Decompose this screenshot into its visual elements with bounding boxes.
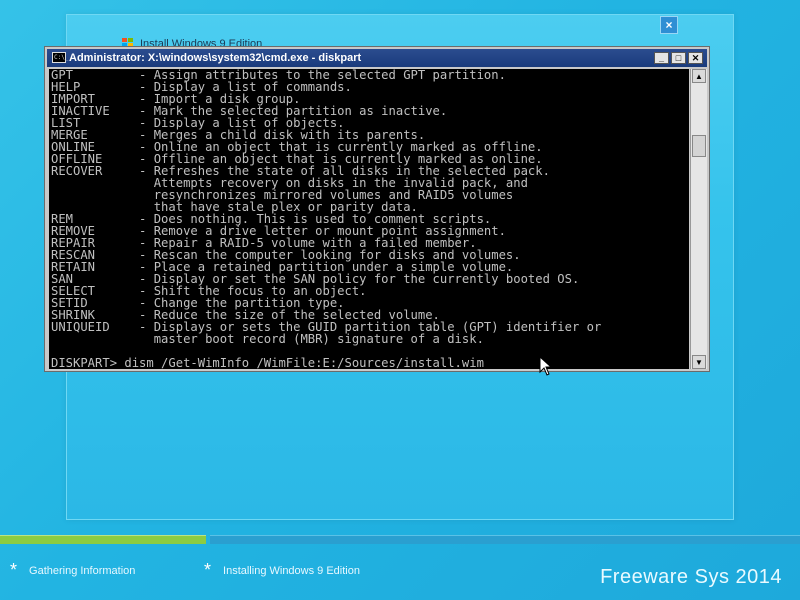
console-output[interactable]: GPT - Assign attributes to the selected … — [49, 69, 689, 369]
scroll-thumb[interactable] — [692, 135, 706, 157]
scroll-up-arrow-icon[interactable]: ▲ — [692, 69, 706, 83]
step-label: Installing Windows 9 Edition — [223, 564, 360, 577]
close-button[interactable]: ✕ — [688, 52, 703, 64]
scroll-down-arrow-icon[interactable]: ▼ — [692, 355, 706, 369]
mouse-pointer-icon — [539, 356, 553, 376]
minimize-button[interactable]: _ — [654, 52, 669, 64]
step-label: Gathering Information — [29, 564, 136, 577]
install-progress-bar — [0, 533, 800, 545]
setup-close-button[interactable]: × — [660, 16, 678, 34]
step-installing-windows: * Installing Windows 9 Edition — [204, 560, 360, 581]
vertical-scrollbar[interactable]: ▲ ▼ — [690, 69, 707, 369]
progress-segment-installing — [210, 535, 800, 544]
cmd-window: C:\_ Administrator: X:\windows\system32\… — [44, 46, 710, 372]
maximize-button[interactable]: □ — [671, 52, 686, 64]
cmd-title-text: Administrator: X:\windows\system32\cmd.e… — [69, 52, 362, 64]
step-asterisk-icon: * — [204, 560, 212, 580]
progress-segment-gathering — [0, 535, 206, 544]
brand-watermark: Freeware Sys 2014 — [600, 566, 782, 588]
cmd-icon: C:\_ — [52, 52, 69, 63]
console-text: GPT - Assign attributes to the selected … — [51, 69, 602, 369]
step-gathering-information: * Gathering Information — [10, 560, 135, 581]
cmd-title-bar[interactable]: C:\_ Administrator: X:\windows\system32\… — [47, 49, 707, 67]
step-asterisk-icon: * — [10, 560, 18, 580]
